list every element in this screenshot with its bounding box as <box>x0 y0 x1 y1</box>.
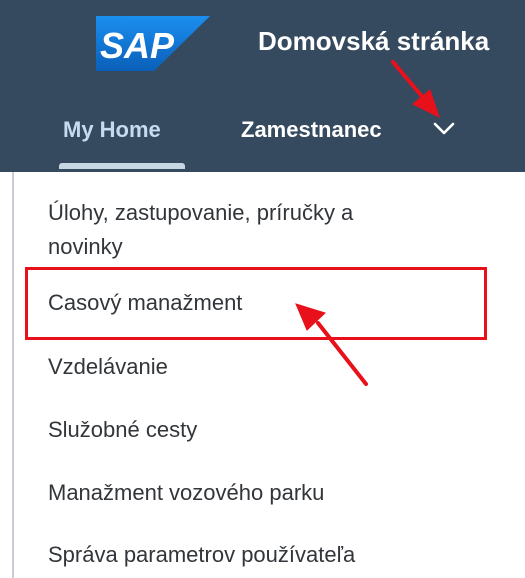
sap-logo[interactable]: SAP <box>96 16 210 71</box>
page-title: Domovská stránka <box>258 26 490 56</box>
tab-selected-indicator <box>59 163 185 169</box>
menu-item-label-line2: novinky <box>48 234 123 259</box>
menu-item-manazment-vozoveho-parku[interactable]: Manažment vozového parku <box>48 476 324 510</box>
shell-header: SAP Domovská stránka My Home Zamestnanec <box>0 0 525 172</box>
tab-zamestnanec[interactable]: Zamestnanec <box>241 117 382 143</box>
tab-my-home[interactable]: My Home <box>63 117 161 143</box>
highlight-box <box>25 267 487 340</box>
menu-item-label-line1: Úlohy, zastupovanie, príručky a <box>48 200 354 225</box>
menu-item-vzdelavanie[interactable]: Vzdelávanie <box>48 350 168 384</box>
sap-logo-text: SAP <box>100 25 175 66</box>
menu-item-ulohy[interactable]: Úlohy, zastupovanie, príručky a novinky <box>48 196 353 264</box>
menu-item-sluzobne-cesty[interactable]: Služobné cesty <box>48 413 197 447</box>
menu-item-sprava-parametrov[interactable]: Správa parametrov používateľa <box>48 538 355 572</box>
chevron-down-icon[interactable] <box>429 119 459 139</box>
